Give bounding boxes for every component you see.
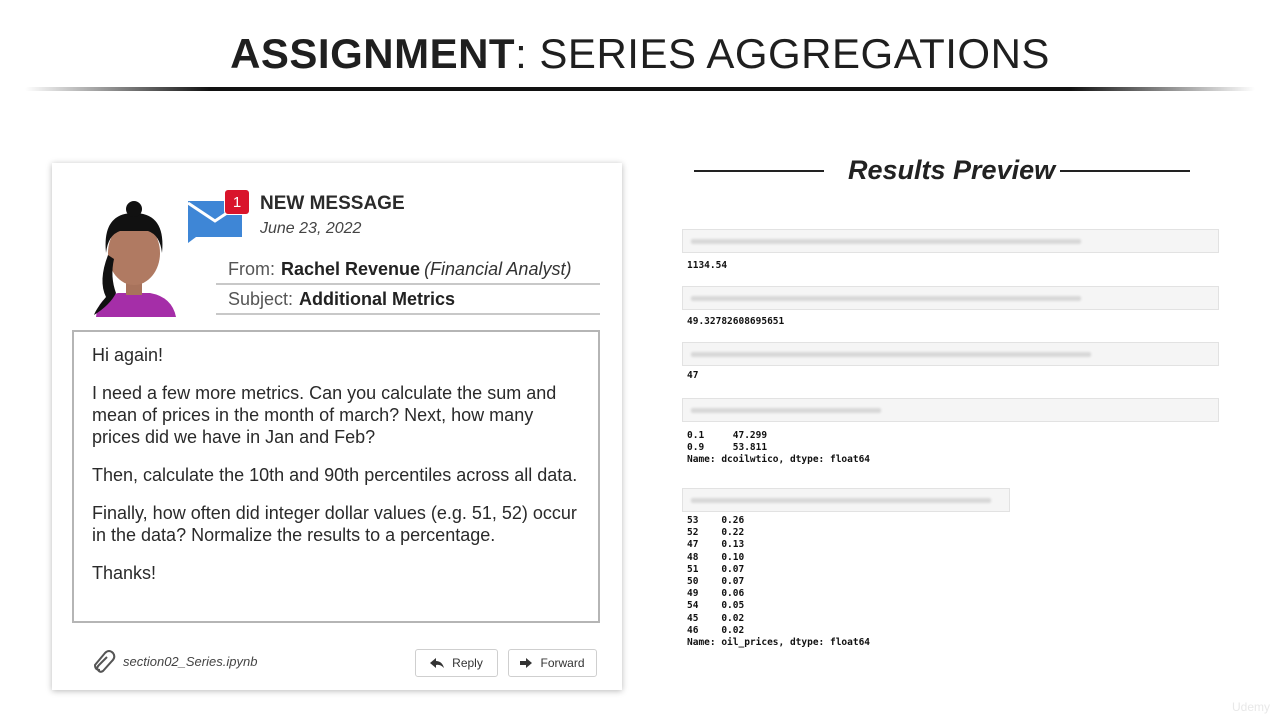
code-cell[interactable] — [682, 229, 1219, 253]
attachment-link[interactable]: section02_Series.ipynb — [123, 654, 257, 669]
cell-output: 47 — [687, 370, 699, 381]
code-cell[interactable] — [682, 488, 1010, 512]
cell-output: 53 0.26 52 0.22 47 0.13 48 0.10 51 0.07 … — [687, 515, 871, 649]
paperclip-icon — [93, 650, 116, 673]
message-body: Hi again! I need a few more metrics. Can… — [72, 330, 600, 623]
avatar — [94, 201, 176, 317]
cell-output: 1134.54 — [687, 260, 728, 271]
forward-button[interactable]: Forward — [508, 649, 597, 677]
cell-output: 0.1 47.299 0.9 53.811 Name: dcoilwtico, … — [687, 430, 871, 466]
reply-arrow-icon — [430, 658, 445, 668]
forward-label: Forward — [540, 656, 585, 670]
code-cell[interactable] — [682, 286, 1219, 310]
notification-badge: 1 — [224, 189, 250, 215]
message-header: NEW MESSAGE — [260, 193, 405, 214]
body-paragraph: I need a few more metrics. Can you calcu… — [92, 383, 557, 447]
body-paragraph: Finally, how often did integer dollar va… — [92, 503, 577, 545]
message-date: June 23, 2022 — [260, 220, 362, 237]
title-bold: ASSIGNMENT — [230, 30, 516, 77]
results-divider-right — [1060, 170, 1190, 172]
from-label: From: — [228, 259, 275, 279]
from-row: From: Rachel Revenue (Financial Analyst) — [216, 255, 600, 285]
reply-button[interactable]: Reply — [415, 649, 498, 677]
watermark: Udemy — [1231, 700, 1270, 714]
subject-row: Subject: Additional Metrics — [216, 285, 600, 315]
body-paragraph: Hi again! — [92, 345, 164, 365]
sender-name: Rachel Revenue — [281, 259, 421, 279]
message-card: 1 NEW MESSAGE June 23, 2022 From: Rachel … — [52, 163, 622, 690]
subject-value: Additional Metrics — [299, 289, 456, 309]
page-title: ASSIGNMENT: SERIES AGGREGATIONS — [0, 30, 1280, 78]
cell-output: 49.32782608695651 — [687, 316, 785, 327]
results-divider-left — [694, 170, 824, 172]
reply-label: Reply — [452, 656, 483, 670]
subject-label: Subject: — [228, 289, 294, 309]
results-title: Results Preview — [848, 155, 1056, 185]
forward-arrow-icon — [520, 658, 533, 668]
code-cell[interactable] — [682, 342, 1219, 366]
title-divider — [25, 87, 1255, 91]
sender-role: (Financial Analyst) — [424, 259, 572, 279]
title-rest: : SERIES AGGREGATIONS — [515, 30, 1050, 77]
code-cell[interactable] — [682, 398, 1219, 422]
body-paragraph: Then, calculate the 10th and 90th percen… — [92, 465, 578, 485]
body-paragraph: Thanks! — [92, 563, 157, 583]
